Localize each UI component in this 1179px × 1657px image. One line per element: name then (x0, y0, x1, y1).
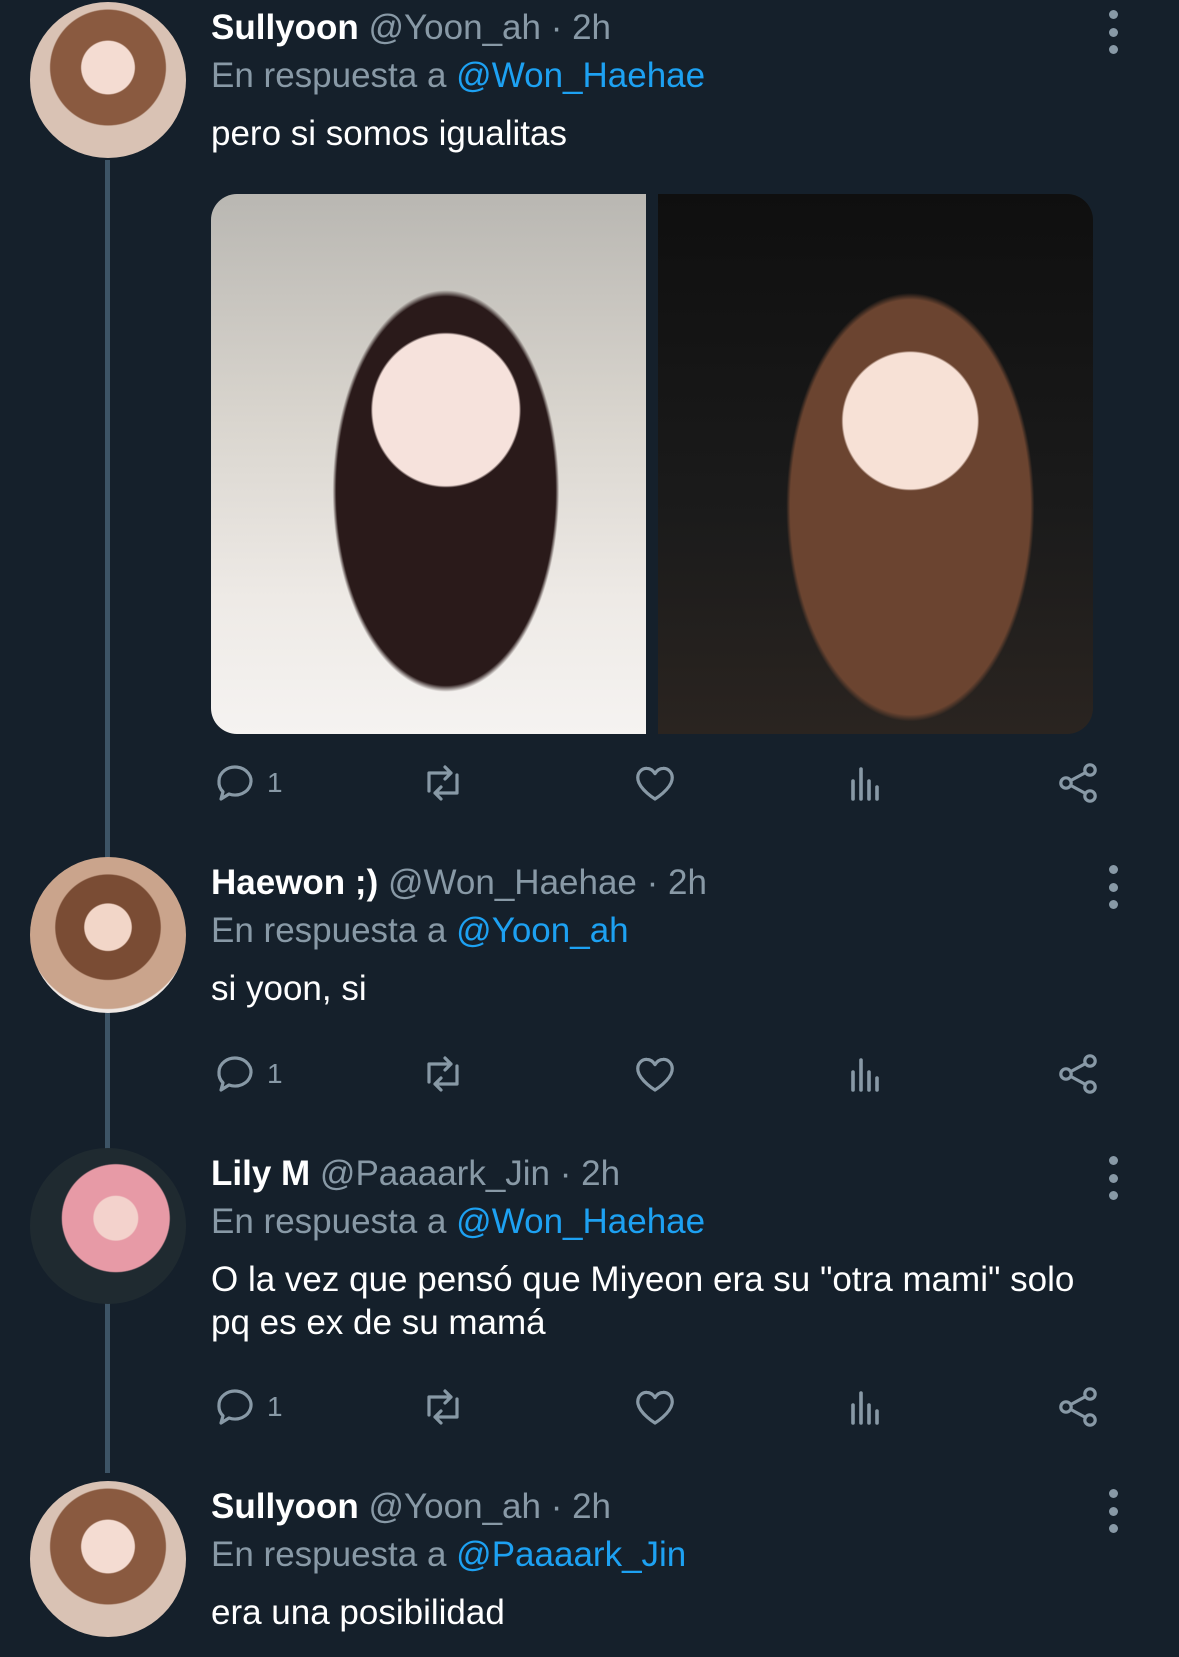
reply-icon (217, 1389, 253, 1425)
reply-prefix: En respuesta a (211, 1202, 447, 1241)
reply-context: En respuesta a @Yoon_ah (211, 909, 629, 953)
reply-count: 1 (267, 1391, 283, 1422)
tweet-text: era una posibilidad (211, 1593, 505, 1632)
share-icon (1059, 1054, 1097, 1094)
display-name[interactable]: Haewon ;) (211, 863, 378, 902)
media-photo-2[interactable] (658, 194, 1093, 734)
tweet-header: Haewon ;) @Won_Haehae · 2h (211, 861, 707, 905)
reply-context: En respuesta a @Won_Haehae (211, 54, 705, 98)
handle-and-time: @Won_Haehae · 2h (387, 863, 707, 902)
display-name[interactable]: Sullyoon (211, 1487, 359, 1526)
analytics-icon (851, 767, 879, 801)
retweet-icon (427, 1389, 459, 1425)
retweet-icon (427, 1056, 459, 1092)
share-button[interactable] (1054, 1049, 1102, 1099)
tweet-header: Sullyoon @Yoon_ah · 2h (211, 1485, 611, 1529)
reply-prefix: En respuesta a (211, 1535, 447, 1574)
avatar[interactable] (30, 857, 186, 1013)
reply-mention[interactable]: @Won_Haehae (456, 1202, 705, 1241)
tweet-3[interactable]: Lily M @Paaaark_Jin · 2h En respuesta a … (0, 1146, 1179, 1466)
media-photo-1[interactable] (211, 194, 646, 734)
tweet-media[interactable] (211, 194, 1093, 734)
tweet-2[interactable]: Haewon ;) @Won_Haehae · 2h En respuesta … (0, 855, 1179, 1130)
reply-button[interactable]: 1 (211, 758, 283, 808)
analytics-icon (851, 1391, 879, 1425)
share-button[interactable] (1054, 1382, 1102, 1432)
display-name[interactable]: Sullyoon (211, 8, 359, 47)
tweet-4[interactable]: Sullyoon @Yoon_ah · 2h En respuesta a @P… (0, 1479, 1179, 1657)
avatar[interactable] (30, 1481, 186, 1637)
display-name[interactable]: Lily M (211, 1154, 310, 1193)
tweet-1[interactable]: Sullyoon @Yoon_ah · 2h En respuesta a @W… (0, 0, 1179, 840)
reply-count: 1 (267, 767, 283, 798)
like-button[interactable] (631, 1382, 679, 1432)
tweet-actions: 1 (211, 1382, 1111, 1432)
reply-mention[interactable]: @Yoon_ah (456, 911, 628, 950)
more-vertical-icon[interactable] (1098, 865, 1128, 909)
handle-and-time: @Paaaark_Jin · 2h (319, 1154, 621, 1193)
more-vertical-icon[interactable] (1098, 1489, 1128, 1533)
heart-icon (636, 766, 674, 801)
more-vertical-icon[interactable] (1098, 10, 1128, 54)
reply-context: En respuesta a @Paaaark_Jin (211, 1533, 686, 1577)
reply-mention[interactable]: @Paaaark_Jin (456, 1535, 686, 1574)
retweet-button[interactable] (419, 758, 467, 808)
analytics-button[interactable] (841, 1049, 889, 1099)
tweet-actions: 1 (211, 1049, 1111, 1099)
share-icon (1059, 763, 1097, 803)
reply-button[interactable]: 1 (211, 1382, 283, 1432)
analytics-button[interactable] (841, 1382, 889, 1432)
retweet-button[interactable] (419, 1049, 467, 1099)
handle-and-time: @Yoon_ah · 2h (368, 8, 612, 47)
reply-context: En respuesta a @Won_Haehae (211, 1200, 705, 1244)
tweet-text: pero si somos igualitas (211, 114, 567, 153)
like-button[interactable] (631, 1049, 679, 1099)
reply-prefix: En respuesta a (211, 56, 447, 95)
analytics-icon (851, 1058, 879, 1092)
tweet-actions: 1 (211, 758, 1111, 808)
more-vertical-icon[interactable] (1098, 1156, 1128, 1200)
share-icon (1059, 1387, 1097, 1427)
tweet-text: si yoon, si (211, 969, 367, 1008)
avatar[interactable] (30, 1148, 186, 1304)
heart-icon (636, 1390, 674, 1425)
tweet-header: Sullyoon @Yoon_ah · 2h (211, 6, 611, 50)
reply-mention[interactable]: @Won_Haehae (456, 56, 705, 95)
avatar[interactable] (30, 2, 186, 158)
heart-icon (636, 1057, 674, 1092)
analytics-button[interactable] (841, 758, 889, 808)
retweet-button[interactable] (419, 1382, 467, 1432)
retweet-icon (427, 765, 459, 801)
handle-and-time: @Yoon_ah · 2h (368, 1487, 612, 1526)
reply-count: 1 (267, 1058, 283, 1089)
tweet-text: O la vez que pensó que Miyeon era su "ot… (211, 1260, 1075, 1342)
tweet-header: Lily M @Paaaark_Jin · 2h (211, 1152, 620, 1196)
share-button[interactable] (1054, 758, 1102, 808)
like-button[interactable] (631, 758, 679, 808)
reply-icon (217, 1056, 253, 1092)
reply-icon (217, 765, 253, 801)
reply-prefix: En respuesta a (211, 911, 447, 950)
reply-button[interactable]: 1 (211, 1049, 283, 1099)
